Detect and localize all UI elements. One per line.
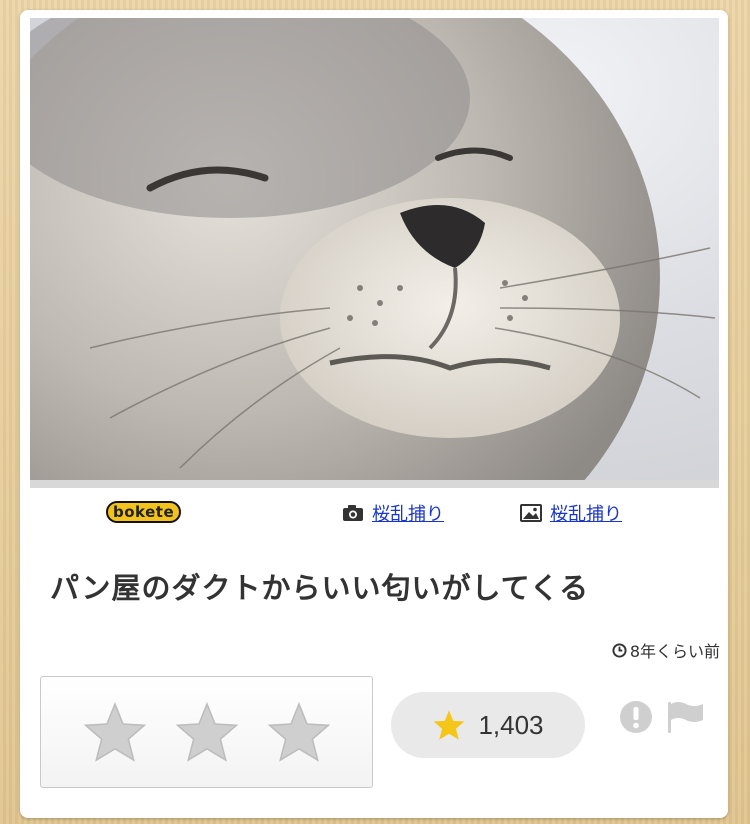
image-icon — [520, 504, 542, 522]
image-source-link[interactable]: 桜乱捕り — [550, 500, 622, 526]
rate-star-3[interactable] — [267, 701, 331, 763]
clock-icon — [612, 642, 627, 658]
image-credit: 桜乱捕り — [520, 500, 622, 526]
star-count: 1,403 — [478, 709, 544, 740]
flag-icon[interactable] — [666, 700, 706, 734]
star-count-badge: 1,403 — [391, 692, 585, 758]
post-time: 8年くらい前 — [612, 638, 720, 662]
photographer-credit: 桜乱捕り — [342, 500, 444, 526]
post-title: パン屋のダクトからいい匂いがしてくる — [50, 571, 590, 605]
exclamation-icon[interactable] — [619, 700, 653, 734]
seal-photo-art — [30, 18, 716, 488]
star-icon — [434, 710, 465, 740]
star-rating-input — [40, 676, 373, 788]
photographer-link[interactable]: 桜乱捕り — [372, 500, 444, 526]
camera-icon — [343, 505, 363, 521]
photo-divider — [30, 480, 719, 488]
post-card: bokete 桜乱捕り 桜乱捕り パン屋のダクトからいい匂いがしてくる 8年くら… — [20, 10, 728, 818]
seal-photo[interactable] — [30, 18, 719, 488]
bokete-logo[interactable]: bokete — [106, 501, 182, 523]
rate-star-1[interactable] — [83, 701, 147, 763]
photo-meta: bokete 桜乱捕り 桜乱捕り — [20, 488, 728, 528]
rate-star-2[interactable] — [175, 701, 239, 763]
post-time-label: 8年くらい前 — [629, 642, 720, 661]
